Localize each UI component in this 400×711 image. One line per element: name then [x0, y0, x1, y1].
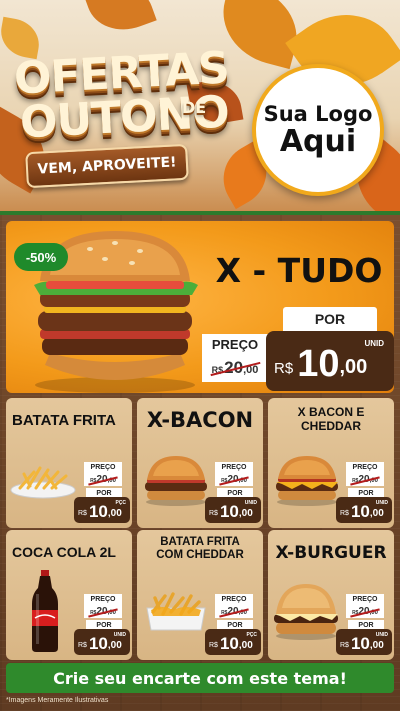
price-dec: ,00 — [369, 508, 384, 519]
new-price: R$ 10 ,00 UNID — [74, 629, 130, 655]
price-dec: ,00 — [238, 508, 253, 519]
old-int: 20 — [96, 606, 108, 617]
hero-por-label: POR — [283, 307, 377, 331]
unit: UNID — [375, 632, 388, 638]
currency: R$ — [78, 510, 87, 517]
product-card[interactable]: X-BACON PREÇO R$20,00 POR R$ 10 ,00 UNID — [137, 398, 263, 528]
price-int: 10 — [350, 634, 370, 653]
old-price: R$20,00 — [215, 473, 253, 486]
old-int: 20 — [227, 474, 239, 485]
hero-product-name: X - TUDO — [215, 251, 383, 290]
old-price: R$20,00 — [346, 605, 384, 618]
preco-label: PREÇO — [215, 594, 253, 605]
old-dec: ,00 — [238, 610, 247, 616]
product-card[interactable]: X BACON E CHEDDAR PREÇO R$20,00 POR R$ 1… — [268, 398, 394, 528]
product-name: X-BACON — [146, 408, 254, 432]
old-int: 20 — [358, 474, 370, 485]
new-price: R$ 10 ,00 UNID — [336, 497, 392, 523]
price-int: 10 — [88, 502, 108, 521]
currency: R$ — [340, 510, 349, 517]
burger-image — [145, 456, 207, 506]
title-de: DE — [182, 98, 207, 117]
price-int: 10 — [219, 502, 239, 521]
logo-line1: Sua Logo — [263, 101, 373, 126]
discount-badge: -50% — [14, 243, 68, 271]
product-name: X-BURGUER — [275, 543, 387, 563]
hero-currency: R$ — [274, 360, 294, 377]
product-name: BATATA FRITA COM CHEDDAR — [156, 536, 244, 562]
old-dec: ,00 — [107, 610, 116, 616]
old-dec: ,00 — [238, 478, 247, 484]
hero-new-price: R$ 10 ,00 UNID — [266, 331, 394, 391]
product-name: COCA COLA 2L — [12, 544, 116, 560]
product-card[interactable]: BATATA FRITA PREÇO R$20,00 POR R$ 10 ,00… — [6, 398, 132, 528]
preco-label: PREÇO — [84, 594, 122, 605]
currency: R$ — [340, 642, 349, 649]
price-dec: ,00 — [238, 640, 253, 651]
currency: R$ — [209, 642, 218, 649]
new-price: R$ 10 ,00 UNID — [205, 497, 261, 523]
new-price: R$ 10 ,00 PÇC — [205, 629, 261, 655]
unit: UNID — [244, 500, 257, 506]
cta-banner[interactable]: Crie seu encarte com este tema! — [6, 663, 394, 693]
old-price: R$20,00 — [84, 605, 122, 618]
unit: PÇC — [115, 500, 126, 506]
product-name: BATATA FRITA — [12, 412, 116, 429]
price-int: 10 — [219, 634, 239, 653]
new-price: R$ 10 ,00 PÇC — [74, 497, 130, 523]
old-price: R$20,00 — [215, 605, 253, 618]
price-int: 10 — [88, 634, 108, 653]
soda-bottle-image — [32, 570, 58, 652]
tagline-text: VEM, APROVEITE! — [37, 154, 177, 178]
hero-old-price-value: R$20,00 — [212, 358, 259, 378]
preco-label: PREÇO — [346, 462, 384, 473]
product-card[interactable]: X-BURGUER PREÇO R$20,00 POR R$ 10 ,00 UN… — [268, 530, 394, 660]
price-int: 10 — [350, 502, 370, 521]
product-card[interactable]: BATATA FRITA COM CHEDDAR PREÇO R$20,00 P… — [137, 530, 263, 660]
product-name: X BACON E CHEDDAR — [297, 405, 365, 433]
currency: R$ — [209, 510, 218, 517]
unit: UNID — [113, 632, 126, 638]
price-dec: ,00 — [369, 640, 384, 651]
unit: PÇC — [246, 632, 257, 638]
hero-price-int: 10 — [297, 343, 340, 385]
cta-text: Crie seu encarte com este tema! — [53, 668, 347, 688]
hero-old-int: 20 — [224, 358, 244, 377]
burger-image — [274, 584, 338, 640]
burger-image — [276, 456, 338, 506]
old-dec: ,00 — [369, 478, 378, 484]
price-dec: ,00 — [107, 640, 122, 651]
old-dec: ,00 — [369, 610, 378, 616]
preco-label: PREÇO — [346, 594, 384, 605]
old-price: R$20,00 — [346, 473, 384, 486]
preco-label: PREÇO — [84, 462, 122, 473]
old-dec: ,00 — [107, 478, 116, 484]
new-price: R$ 10 ,00 UNID — [336, 629, 392, 655]
header-banner: OFERTAS OUTONO DE VEM, APROVEITE! Sua Lo… — [0, 0, 400, 215]
price-dec: ,00 — [107, 508, 122, 519]
preco-label: PREÇO — [215, 462, 253, 473]
hero-price-dec: ,00 — [339, 356, 368, 378]
old-int: 20 — [358, 606, 370, 617]
unit: UNID — [375, 500, 388, 506]
hero-preco-label: PREÇO — [202, 334, 268, 354]
hero-old-dec: ,00 — [243, 364, 259, 376]
logo-line2: Aqui — [279, 123, 357, 159]
hero-old-price: R$20,00 — [202, 354, 268, 382]
fries-image — [10, 466, 76, 499]
disclaimer-text: *Imagens Meramente Ilustrativas — [6, 697, 109, 704]
hero-old-currency: R$ — [211, 365, 224, 375]
logo-placeholder: Sua Logo Aqui — [252, 64, 384, 196]
leaf-decoration — [83, 0, 157, 41]
hero-unit: UNID — [364, 339, 384, 348]
currency: R$ — [78, 642, 87, 649]
product-card[interactable]: COCA COLA 2L PREÇO R$20,00 POR R$ 10 ,00… — [6, 530, 132, 660]
old-int: 20 — [227, 606, 239, 617]
old-int: 20 — [96, 474, 108, 485]
old-price: R$20,00 — [84, 473, 122, 486]
cheddar-fries-image — [146, 592, 206, 631]
